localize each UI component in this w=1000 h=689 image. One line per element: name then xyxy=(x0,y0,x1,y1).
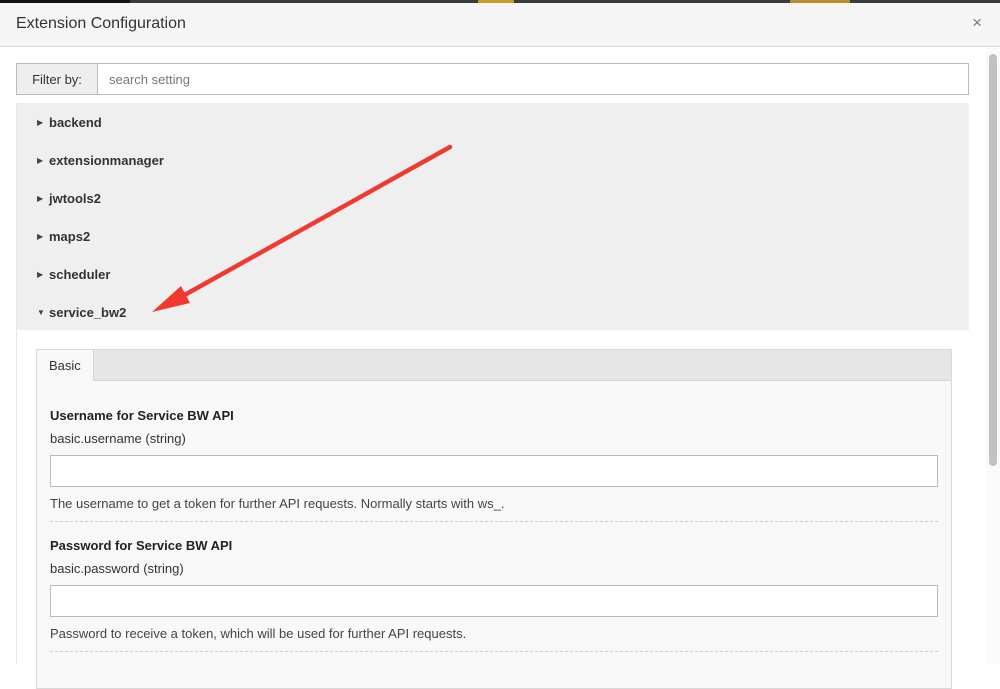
username-field[interactable] xyxy=(50,455,938,487)
setting-title: Password for Service BW API xyxy=(50,538,233,553)
extension-label: extensionmanager xyxy=(49,152,164,168)
extension-item-jwtools2[interactable]: ▶ jwtools2 xyxy=(17,179,969,217)
tab-basic[interactable]: Basic xyxy=(37,350,94,381)
setting-key: basic.password (string) xyxy=(50,561,184,576)
tab-bar: Basic xyxy=(37,350,951,381)
extension-label: backend xyxy=(49,114,102,130)
setting-key: basic.username (string) xyxy=(50,431,186,446)
setting-username: Username for Service BW API basic.userna… xyxy=(50,408,938,522)
divider xyxy=(50,521,938,522)
extension-item-scheduler[interactable]: ▶ scheduler xyxy=(17,255,969,293)
password-field[interactable] xyxy=(50,585,938,617)
extension-label: jwtools2 xyxy=(49,190,102,206)
extension-item-service-bw2[interactable]: ▼ service_bw2 xyxy=(17,293,969,331)
extension-label: maps2 xyxy=(49,228,91,244)
config-panel: ▶ backend ▶ extensionmanager ▶ jwtools2 … xyxy=(16,103,969,689)
setting-description: Password to receive a token, which will … xyxy=(50,626,467,641)
extension-item-backend[interactable]: ▶ backend xyxy=(17,103,969,141)
extension-item-extensionmanager[interactable]: ▶ extensionmanager xyxy=(17,141,969,179)
scrollbar[interactable] xyxy=(986,48,1000,664)
caret-right-icon: ▶ xyxy=(37,117,44,127)
setting-title: Username for Service BW API xyxy=(50,408,234,423)
caret-right-icon: ▶ xyxy=(37,155,44,165)
extension-list: ▶ backend ▶ extensionmanager ▶ jwtools2 … xyxy=(17,103,969,330)
modal-header: Extension Configuration × xyxy=(0,3,1000,47)
caret-down-icon: ▼ xyxy=(37,307,45,317)
setting-password: Password for Service BW API basic.passwo… xyxy=(50,538,938,652)
extension-item-maps2[interactable]: ▶ maps2 xyxy=(17,217,969,255)
setting-description: The username to get a token for further … xyxy=(50,496,505,511)
modal-title: Extension Configuration xyxy=(16,15,186,32)
scrollbar-thumb[interactable] xyxy=(989,54,997,466)
caret-right-icon: ▶ xyxy=(37,269,44,279)
filter-bar: Filter by: xyxy=(16,63,969,95)
search-setting-input[interactable] xyxy=(98,64,968,94)
settings-tabs: Basic Username for Service BW API basic.… xyxy=(36,349,952,689)
caret-right-icon: ▶ xyxy=(37,231,44,241)
close-icon[interactable]: × xyxy=(972,13,982,33)
divider xyxy=(50,651,938,652)
extension-label: scheduler xyxy=(49,266,111,282)
filter-label: Filter by: xyxy=(17,64,98,94)
extension-label: service_bw2 xyxy=(49,304,127,320)
caret-right-icon: ▶ xyxy=(37,193,44,203)
